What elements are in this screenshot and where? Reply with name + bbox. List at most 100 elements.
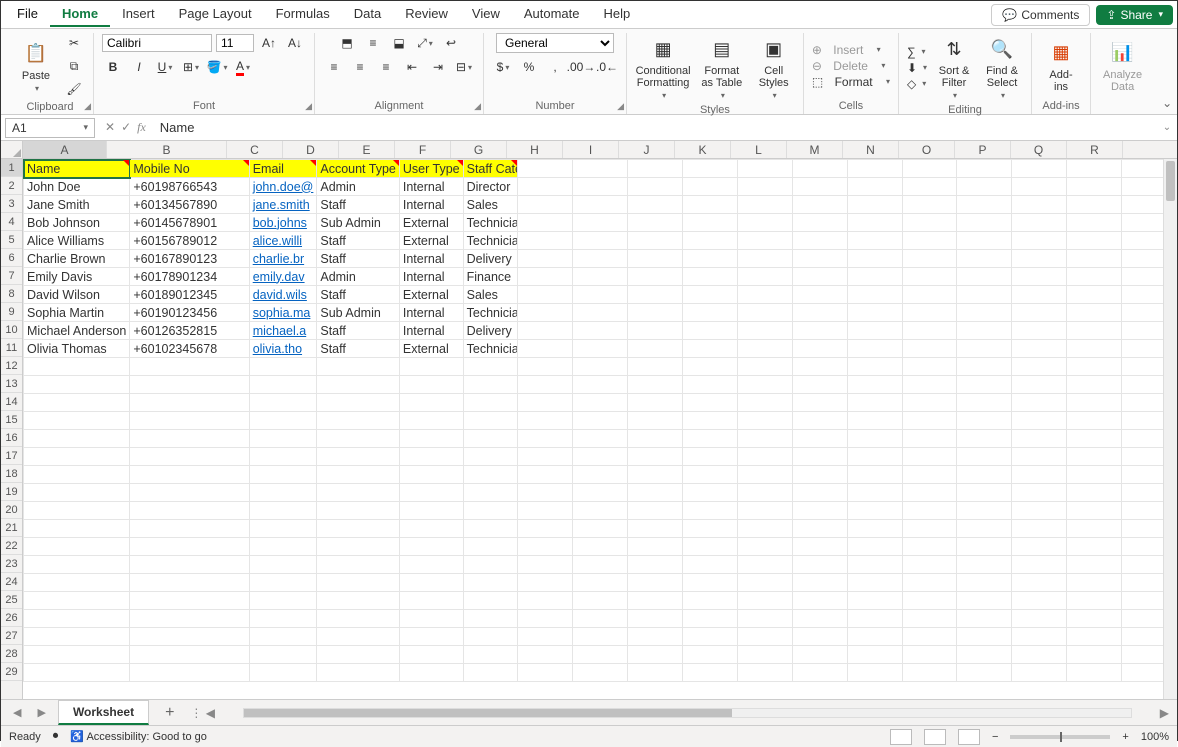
cell-B27[interactable]: [130, 628, 249, 646]
fx-icon[interactable]: fx: [137, 120, 146, 135]
cell-K20[interactable]: [737, 502, 792, 520]
cell-J14[interactable]: [683, 394, 738, 412]
cell-E7[interactable]: Internal: [399, 268, 463, 286]
cell-M22[interactable]: [847, 538, 902, 556]
cell-P1[interactable]: [1012, 160, 1067, 178]
cell-Q14[interactable]: [1067, 394, 1122, 412]
cell-I26[interactable]: [628, 610, 683, 628]
increase-decimal-button[interactable]: .00→: [570, 57, 592, 77]
cell-M3[interactable]: [847, 196, 902, 214]
cell-E4[interactable]: External: [399, 214, 463, 232]
column-header-G[interactable]: G: [451, 141, 507, 158]
cell-P24[interactable]: [1012, 574, 1067, 592]
cell-M8[interactable]: [847, 286, 902, 304]
dialog-launcher-icon[interactable]: ◢: [305, 101, 312, 112]
cell-G15[interactable]: [518, 412, 573, 430]
page-layout-view-button[interactable]: [924, 729, 946, 745]
cell-P27[interactable]: [1012, 628, 1067, 646]
cell-E29[interactable]: [399, 664, 463, 682]
cell-C22[interactable]: [249, 538, 317, 556]
cell-N5[interactable]: [902, 232, 957, 250]
cell-J27[interactable]: [683, 628, 738, 646]
cell-E9[interactable]: Internal: [399, 304, 463, 322]
cell-L11[interactable]: [792, 340, 847, 358]
cell-M9[interactable]: [847, 304, 902, 322]
row-header-23[interactable]: 23: [1, 555, 22, 573]
cell-H28[interactable]: [573, 646, 628, 664]
cell-F2[interactable]: Director: [463, 178, 518, 196]
cell-N7[interactable]: [902, 268, 957, 286]
cell-E11[interactable]: External: [399, 340, 463, 358]
cell-K13[interactable]: [737, 376, 792, 394]
macro-icon[interactable]: ⏺: [53, 730, 59, 743]
cell-D25[interactable]: [317, 592, 400, 610]
cell-K7[interactable]: [737, 268, 792, 286]
cell-H19[interactable]: [573, 484, 628, 502]
cell-P17[interactable]: [1012, 448, 1067, 466]
copy-button[interactable]: ⧉: [63, 56, 85, 76]
cell-N23[interactable]: [902, 556, 957, 574]
cell-J11[interactable]: [683, 340, 738, 358]
cell-O18[interactable]: [957, 466, 1012, 484]
cell-J15[interactable]: [683, 412, 738, 430]
cell-E16[interactable]: [399, 430, 463, 448]
menu-tab-formulas[interactable]: Formulas: [264, 2, 342, 27]
cell-P23[interactable]: [1012, 556, 1067, 574]
cell-B17[interactable]: [130, 448, 249, 466]
cell-K17[interactable]: [737, 448, 792, 466]
cell-F26[interactable]: [463, 610, 518, 628]
row-header-19[interactable]: 19: [1, 483, 22, 501]
cell-G6[interactable]: [518, 250, 573, 268]
horizontal-scrollbar[interactable]: [243, 708, 1132, 718]
scrollbar-thumb[interactable]: [244, 709, 732, 717]
cell-E22[interactable]: [399, 538, 463, 556]
cell-J20[interactable]: [683, 502, 738, 520]
cell-H17[interactable]: [573, 448, 628, 466]
format-painter-button[interactable]: 🖌: [63, 79, 85, 99]
merge-button[interactable]: ⊟▾: [453, 57, 475, 77]
number-format-select[interactable]: General: [496, 33, 614, 53]
cell-F8[interactable]: Sales: [463, 286, 518, 304]
cell-K10[interactable]: [737, 322, 792, 340]
cell-C28[interactable]: [249, 646, 317, 664]
cell-O3[interactable]: [957, 196, 1012, 214]
cell-J16[interactable]: [683, 430, 738, 448]
cell-O10[interactable]: [957, 322, 1012, 340]
cell-I29[interactable]: [628, 664, 683, 682]
cell-A12[interactable]: [24, 358, 130, 376]
cell-J26[interactable]: [683, 610, 738, 628]
cell-Q8[interactable]: [1067, 286, 1122, 304]
cell-M7[interactable]: [847, 268, 902, 286]
cell-J4[interactable]: [683, 214, 738, 232]
column-header-F[interactable]: F: [395, 141, 451, 158]
sort-filter-button[interactable]: ⇅Sort & Filter▾: [933, 33, 975, 102]
cell-D3[interactable]: Staff: [317, 196, 400, 214]
cell-O19[interactable]: [957, 484, 1012, 502]
cell-H9[interactable]: [573, 304, 628, 322]
row-header-22[interactable]: 22: [1, 537, 22, 555]
cell-D18[interactable]: [317, 466, 400, 484]
cell-G10[interactable]: [518, 322, 573, 340]
cell-A23[interactable]: [24, 556, 130, 574]
cell-D23[interactable]: [317, 556, 400, 574]
cell-L19[interactable]: [792, 484, 847, 502]
cell-O5[interactable]: [957, 232, 1012, 250]
cell-D8[interactable]: Staff: [317, 286, 400, 304]
cell-Q21[interactable]: [1067, 520, 1122, 538]
column-header-N[interactable]: N: [843, 141, 899, 158]
cell-K15[interactable]: [737, 412, 792, 430]
cell-B14[interactable]: [130, 394, 249, 412]
cell-D5[interactable]: Staff: [317, 232, 400, 250]
cell-L4[interactable]: [792, 214, 847, 232]
cell-M5[interactable]: [847, 232, 902, 250]
cell-O24[interactable]: [957, 574, 1012, 592]
cell-L10[interactable]: [792, 322, 847, 340]
menu-tab-help[interactable]: Help: [592, 2, 643, 27]
row-header-27[interactable]: 27: [1, 627, 22, 645]
cell-N22[interactable]: [902, 538, 957, 556]
zoom-slider[interactable]: [1010, 735, 1110, 739]
row-header-15[interactable]: 15: [1, 411, 22, 429]
cell-H23[interactable]: [573, 556, 628, 574]
cell-I6[interactable]: [628, 250, 683, 268]
cell-P18[interactable]: [1012, 466, 1067, 484]
